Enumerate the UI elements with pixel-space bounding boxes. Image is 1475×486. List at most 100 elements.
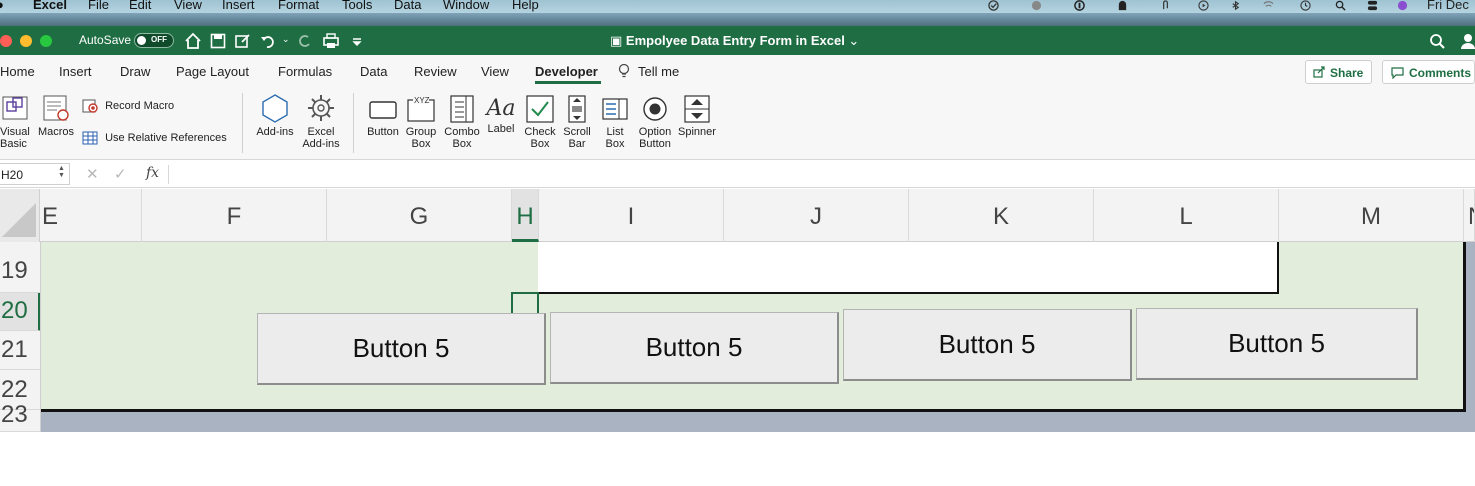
check-box-control[interactable]: Check Box [521,95,559,150]
share-label: Share [1330,66,1364,80]
comments-label: Comments [1409,66,1472,80]
tab-view[interactable]: View [481,64,509,79]
column-header-f[interactable]: F [142,189,327,242]
active-cell-h20[interactable] [511,292,539,314]
row-header-23[interactable]: 23 [0,403,40,432]
ghost-icon[interactable] [1117,0,1128,11]
search-icon[interactable] [1428,32,1446,50]
document-title[interactable]: ▣ Empolyee Data Entry Form in Excel ⌄ [610,33,859,49]
column-header-j[interactable]: J [724,189,909,242]
option-button-control[interactable]: Option Button [635,95,675,150]
group-box-icon: XYZ [407,95,435,122]
bluetooth-icon[interactable] [1230,0,1241,11]
column-header-e[interactable]: E [41,189,142,242]
customize-toolbar-icon[interactable] [348,32,366,50]
spotlight-search-icon[interactable] [1335,0,1346,11]
menu-help[interactable]: Help [512,0,539,12]
tab-page-layout[interactable]: Page Layout [176,64,249,79]
add-ins-button[interactable]: Add-ins [254,93,296,138]
form-button-4[interactable]: Button 5 [1136,308,1418,380]
menu-clock[interactable]: Fri Dec [1427,0,1469,12]
zoom-window-button[interactable] [40,35,52,47]
macros-button[interactable]: Macros [37,93,75,138]
account-icon[interactable] [1459,32,1475,50]
tab-home[interactable]: Home [0,64,35,79]
save-icon[interactable] [209,32,227,50]
column-header-n[interactable]: N [1464,189,1475,242]
menu-view[interactable]: View [174,0,202,12]
menu-data[interactable]: Data [394,0,421,12]
tab-developer[interactable]: Developer [535,64,598,79]
form-button-control[interactable]: Button [364,95,402,138]
comments-button[interactable]: Comments [1382,60,1475,84]
use-relative-references-button[interactable]: Use Relative References [82,131,227,145]
visual-basic-button[interactable]: Visual Basic [0,93,32,150]
siri-icon[interactable] [1397,0,1408,11]
menu-file[interactable]: File [88,0,109,12]
menu-app-name[interactable]: Excel [33,0,67,12]
tab-draw[interactable]: Draw [120,64,150,79]
list-box-control[interactable]: List Box [599,95,631,150]
tab-formulas[interactable]: Formulas [278,64,332,79]
apple-menu-icon[interactable]: ● [0,0,4,12]
menu-edit[interactable]: Edit [129,0,151,12]
label-control[interactable]: Aa Label [485,95,517,135]
column-header-k[interactable]: K [909,189,1094,242]
record-macro-button[interactable]: Record Macro [82,99,174,113]
edit-document-icon[interactable] [234,32,252,50]
column-header-row: E F G H I J K L M N [0,189,1475,242]
row-header-20[interactable]: 20 [0,293,40,331]
autosave-toggle[interactable]: OFF [134,33,174,48]
print-icon[interactable] [322,32,340,50]
tell-me-search[interactable]: Tell me [638,64,679,79]
row-header-column: 19 20 21 22 23 [0,242,41,432]
close-window-button[interactable] [0,35,12,47]
column-header-m[interactable]: M [1279,189,1464,242]
menu-insert[interactable]: Insert [222,0,255,12]
tab-review[interactable]: Review [414,64,457,79]
scroll-bar-control[interactable]: Scroll Bar [561,95,593,150]
undo-dropdown-chevron-icon[interactable]: ⌄ [282,34,290,45]
form-button-1[interactable]: Button 5 [257,313,546,385]
cancel-entry-icon[interactable]: ✕ [86,165,99,183]
column-header-i[interactable]: I [539,189,724,242]
form-input-box[interactable] [538,242,1279,294]
group-box-control[interactable]: XYZ Group Box [403,95,439,150]
toggle-knob [137,36,146,45]
select-all-corner[interactable] [0,189,40,242]
form-button-3[interactable]: Button 5 [843,309,1132,381]
time-machine-icon[interactable] [1300,0,1311,11]
undo-icon[interactable] [259,32,277,50]
form-button-2[interactable]: Button 5 [550,312,839,384]
worksheet-grid[interactable]: Button 5 Button 5 Button 5 Button 5 [41,242,1475,432]
confirm-entry-icon[interactable]: ✓ [114,165,127,183]
play-circle-icon[interactable] [1198,0,1209,11]
menu-format[interactable]: Format [278,0,319,12]
formula-input[interactable] [172,164,1462,184]
menu-window[interactable]: Window [443,0,489,12]
menu-tools[interactable]: Tools [342,0,372,12]
creative-cloud-icon[interactable] [1031,0,1042,11]
row-header-21[interactable]: 21 [0,331,40,370]
excel-add-ins-button[interactable]: Excel Add-ins [300,93,342,150]
row-header-19[interactable]: 19 [0,253,40,293]
column-header-h[interactable]: H [512,189,539,242]
name-box-stepper-icon[interactable]: ▲ ▼ [58,165,65,179]
column-header-g[interactable]: G [327,189,512,242]
column-header-l[interactable]: L [1094,189,1279,242]
home-icon[interactable] [184,32,202,50]
group-box-label: Group Box [405,126,437,150]
wifi-icon[interactable] [1263,0,1274,11]
control-center-icon[interactable] [1367,0,1378,11]
tab-data[interactable]: Data [360,64,387,79]
minimize-window-button[interactable] [20,35,32,47]
password-manager-icon[interactable] [1074,0,1085,11]
spinner-control[interactable]: Spinner [677,95,717,138]
redo-icon[interactable] [296,32,314,50]
paperclip-icon[interactable] [1160,0,1171,11]
checkmark-circle-icon[interactable] [988,0,999,11]
share-button[interactable]: Share [1305,60,1372,84]
insert-function-icon[interactable]: fx [146,165,159,181]
tab-insert[interactable]: Insert [59,64,92,79]
combo-box-control[interactable]: Combo Box [443,95,481,150]
